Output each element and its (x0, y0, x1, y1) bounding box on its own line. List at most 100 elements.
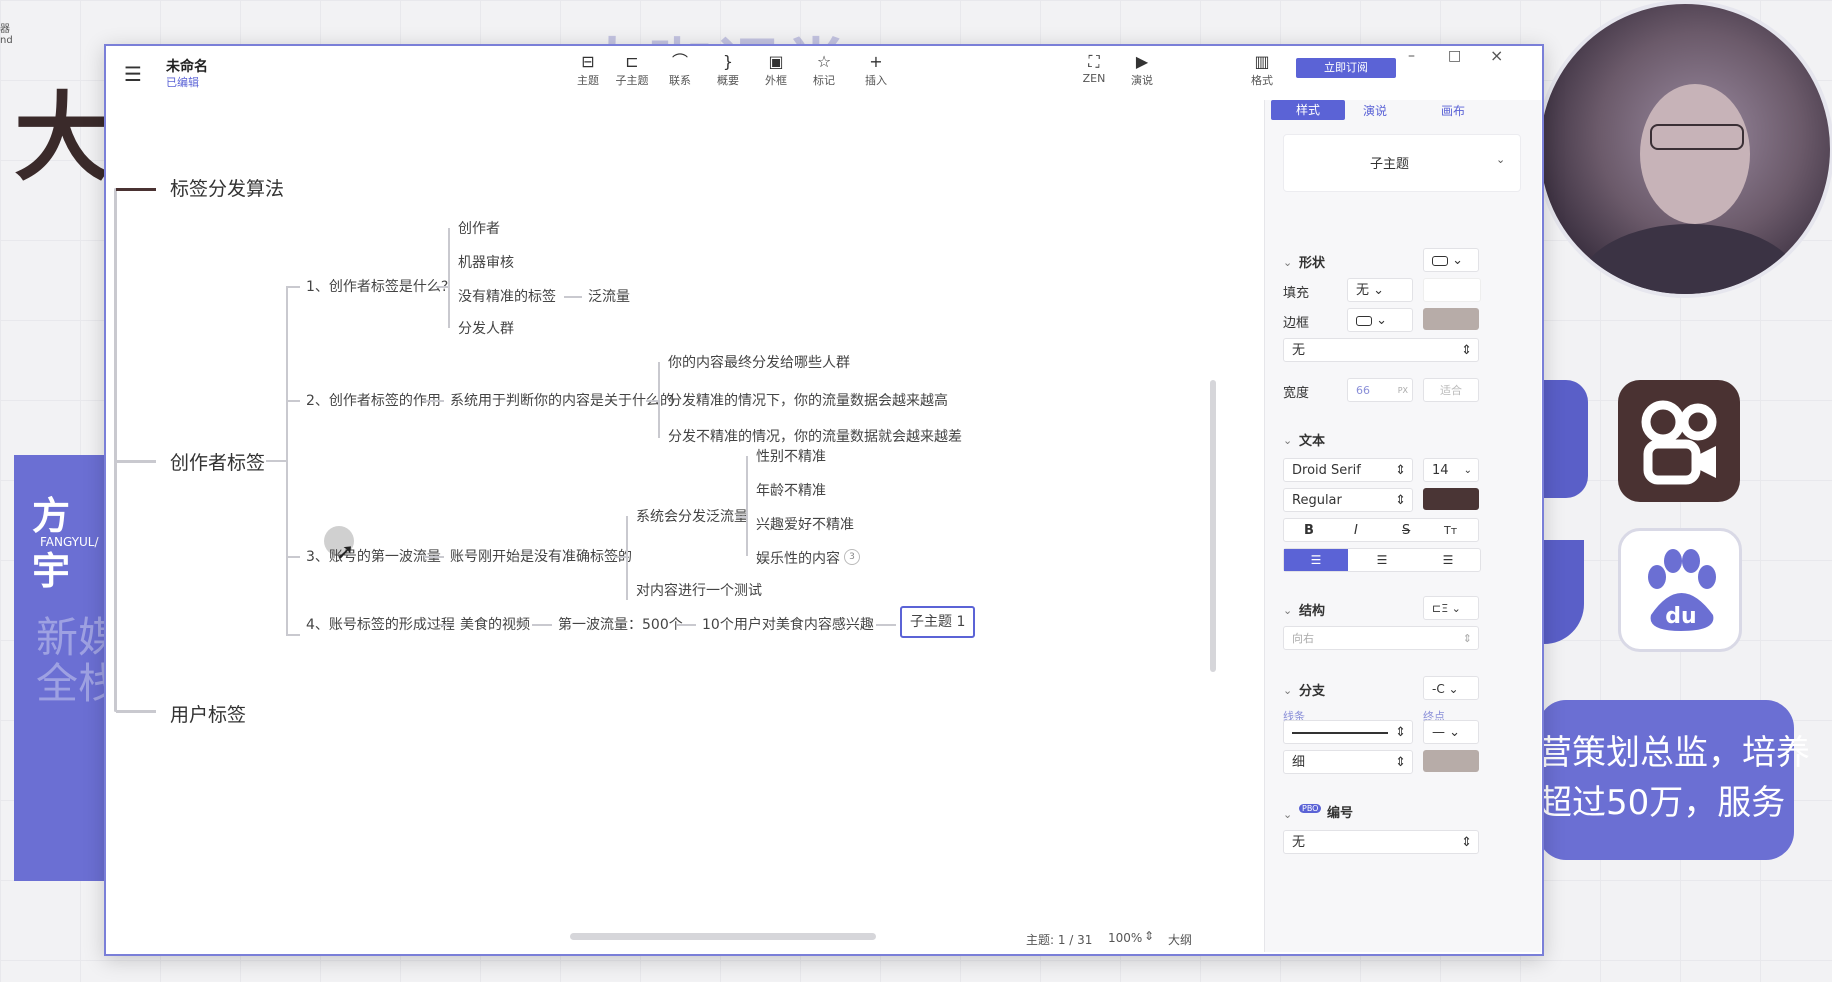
width-input[interactable]: 66 PX (1347, 378, 1413, 402)
toolbar-boundary-button[interactable]: ▣ 外框 (754, 52, 798, 88)
align-left-icon[interactable]: ☰ (1284, 549, 1348, 571)
b3-sub1-child-1[interactable]: 性别不精准 (756, 446, 826, 466)
minimize-icon[interactable]: – (1408, 48, 1415, 64)
branch-connector (564, 296, 582, 298)
border-color-swatch[interactable] (1423, 308, 1479, 330)
text-color-swatch[interactable] (1423, 488, 1479, 510)
font-family-select[interactable]: Droid Serif ⇕ (1283, 458, 1413, 482)
vertical-scrollbar[interactable] (1210, 380, 1216, 672)
fill-select[interactable]: 无 ⌄ (1347, 278, 1413, 302)
tab-style[interactable]: 样式 (1271, 100, 1345, 120)
line-style-select[interactable]: ⇕ (1283, 720, 1413, 744)
b3-sub-1[interactable]: 系统会分发泛流量 (636, 506, 748, 526)
b4-chain-1[interactable]: 美食的视频 (460, 614, 530, 634)
fit-button[interactable]: 适合 (1423, 378, 1479, 402)
fill-label: 填充 (1283, 286, 1310, 301)
format-panel-button[interactable]: ▥ 格式 (1240, 52, 1284, 88)
shape-select[interactable]: ⌄ (1423, 248, 1479, 272)
b1-extra[interactable]: 泛流量 (588, 286, 630, 306)
b2-child-2[interactable]: 分发精准的情况下，你的流量数据会越来越高 (668, 390, 948, 410)
toolbar-subtopic-button[interactable]: ⊏ 子主题 (610, 52, 654, 88)
branch-4[interactable]: 4、账号标签的形成过程 (306, 614, 455, 634)
b1-child-4[interactable]: 分发人群 (458, 318, 514, 338)
bold-button[interactable]: B (1304, 519, 1314, 543)
b3-sub1-child-3[interactable]: 兴趣爱好不精准 (756, 514, 854, 534)
b2-child-3[interactable]: 分发不精准的情况，你的流量数据就会越来越差 (668, 426, 962, 446)
italic-button[interactable]: I (1354, 519, 1358, 543)
branch-2[interactable]: 2、创作者标签的作用 (306, 390, 441, 410)
font-size-select[interactable]: 14 ⌄ (1423, 458, 1479, 482)
font-family-value: Droid Serif (1292, 463, 1361, 478)
border-pattern-select[interactable]: 无 ⇕ (1283, 338, 1479, 362)
selected-subtopic[interactable]: 子主题 1 (900, 606, 976, 638)
toolbar-marker-button[interactable]: ☆ 标记 (802, 52, 846, 88)
structure-select[interactable]: 向右 ⇕ (1283, 626, 1479, 650)
toolbar-topic-label: 主题 (577, 74, 599, 87)
b2-child-1[interactable]: 你的内容最终分发给哪些人群 (668, 352, 850, 372)
slide-big-char: 大 (14, 82, 110, 194)
mindmap-canvas[interactable]: 标签分发算法 创作者标签 用户标签 1、创作者标签是什么? 创作者 机器审核 没… (106, 100, 1264, 954)
line-thickness-select[interactable]: 细 ⇕ (1283, 750, 1413, 774)
main-topic-1[interactable]: 标签分发算法 (170, 174, 284, 201)
collapse-arrow-icon[interactable]: ⌄ (1283, 434, 1292, 447)
number-badge-icon: PBO (1299, 804, 1322, 813)
branch-1[interactable]: 1、创作者标签是什么? (306, 276, 448, 296)
line-end-select[interactable]: — ⌄ (1423, 720, 1479, 744)
b1-child-2[interactable]: 机器审核 (458, 252, 514, 272)
b3-sub-2[interactable]: 对内容进行一个测试 (636, 580, 762, 600)
collapse-arrow-icon[interactable]: ⌄ (1283, 808, 1292, 821)
strikethrough-button[interactable]: S (1402, 519, 1410, 543)
numbering-select[interactable]: 无 ⇕ (1283, 830, 1479, 854)
branch-style-select[interactable]: -Ⅽ ⌄ (1423, 676, 1479, 700)
b3-sub1-child-4[interactable]: 娱乐性的内容 (756, 548, 840, 568)
fullscreen-icon: ⛶ (1088, 52, 1100, 71)
menu-hamburger-icon[interactable]: ☰ (124, 62, 142, 86)
zen-mode-button[interactable]: ⛶ ZEN (1072, 52, 1116, 85)
b2-mid[interactable]: 系统用于判断你的内容是关于什么的 (450, 390, 674, 410)
fill-color-swatch[interactable] (1423, 278, 1481, 302)
present-button[interactable]: ▶ 演说 (1120, 52, 1164, 88)
b3-mid[interactable]: 账号刚开始是没有准确标签的 (450, 546, 632, 566)
border-pattern-value: 无 (1292, 343, 1306, 358)
collapse-arrow-icon[interactable]: ⌄ (1283, 684, 1292, 697)
structure-value: 向右 (1292, 632, 1314, 645)
b4-chain-2[interactable]: 第一波流量：500个 (558, 614, 683, 634)
document-title[interactable]: 未命名 (166, 56, 208, 76)
text-case-button[interactable]: Tт (1444, 519, 1457, 543)
tab-present[interactable]: 演说 (1363, 102, 1387, 119)
boundary-icon: ▣ (768, 52, 784, 71)
collapse-arrow-icon[interactable]: ⌄ (1283, 604, 1292, 617)
outline-button[interactable]: 大纲 (1168, 931, 1192, 948)
branch-3[interactable]: 3、账号的第一波流量 (306, 546, 441, 566)
tab-canvas[interactable]: 画布 (1441, 102, 1465, 119)
subscribe-button[interactable]: 立即订阅 (1296, 58, 1396, 78)
b3-sub1-child-2[interactable]: 年龄不精准 (756, 480, 826, 500)
maximize-icon[interactable]: □ (1448, 48, 1461, 64)
b4-chain-3[interactable]: 10个用户对美食内容感兴趣 (702, 614, 874, 634)
style-preset-select[interactable]: 子主题 ⌄ (1283, 134, 1521, 192)
font-weight-select[interactable]: Regular ⇕ (1283, 488, 1413, 512)
border-label: 边框 (1283, 316, 1310, 331)
b1-child-1[interactable]: 创作者 (458, 218, 500, 238)
toolbar-topic-button[interactable]: ⊟ 主题 (566, 52, 610, 88)
zoom-level[interactable]: 100% (1108, 931, 1142, 945)
toolbar-insert-button[interactable]: + 插入 (854, 52, 898, 88)
main-topic-2[interactable]: 创作者标签 (170, 448, 265, 475)
branch-vertical (626, 516, 628, 600)
branch-color-swatch[interactable] (1423, 750, 1479, 772)
toolbar-summary-button[interactable]: } 概要 (706, 52, 750, 88)
align-center-icon[interactable]: ☰ (1350, 549, 1414, 571)
horizontal-scrollbar[interactable] (570, 933, 876, 940)
branch-connector (532, 624, 552, 626)
border-select[interactable]: ⌄ (1347, 308, 1413, 332)
close-icon[interactable]: × (1490, 46, 1503, 65)
toolbar-relationship-button[interactable]: ⌒ 联系 (658, 52, 702, 88)
main-topic-3[interactable]: 用户标签 (170, 700, 246, 727)
zoom-stepper-icon[interactable]: ⇕ (1144, 929, 1154, 943)
play-icon: ▶ (1135, 52, 1149, 71)
structure-icon-select[interactable]: ⊏Ξ ⌄ (1423, 596, 1479, 620)
collapse-count-badge[interactable]: 3 (844, 549, 860, 565)
collapse-arrow-icon[interactable]: ⌄ (1283, 256, 1292, 269)
b1-child-3[interactable]: 没有精准的标签 (458, 286, 556, 306)
align-right-icon[interactable]: ☰ (1416, 549, 1480, 571)
